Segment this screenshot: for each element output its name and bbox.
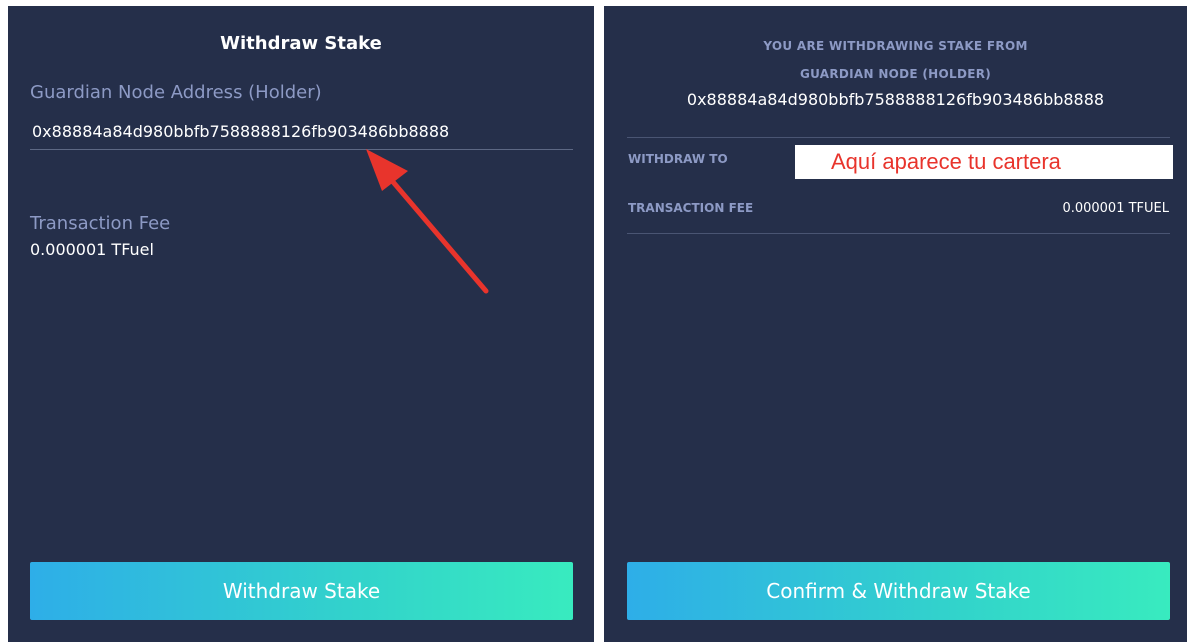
transaction-fee-value: 0.000001 TFuel	[30, 240, 154, 259]
guardian-node-address: 0x88884a84d980bbfb7588888126fb903486bb88…	[686, 90, 1105, 109]
screenshot-composite: Withdraw Stake Guardian Node Address (Ho…	[0, 0, 1187, 642]
wallet-address-annotation: Aquí aparece tu cartera	[795, 145, 1173, 179]
confirm-withdraw-stake-button[interactable]: Confirm & Withdraw Stake	[627, 562, 1170, 620]
withdraw-stake-panel: Withdraw Stake Guardian Node Address (Ho…	[8, 6, 594, 642]
transaction-fee-label-right: TRANSACTION FEE	[628, 201, 754, 215]
guardian-address-label: Guardian Node Address (Holder)	[30, 82, 322, 103]
divider-bottom	[627, 233, 1170, 234]
withdraw-stake-button[interactable]: Withdraw Stake	[30, 562, 573, 620]
withdraw-to-label: WITHDRAW TO	[628, 152, 728, 166]
transaction-fee-value-right: 0.000001 TFUEL	[1062, 201, 1169, 216]
red-arrow-annotation-icon	[366, 149, 489, 294]
divider-top	[627, 137, 1170, 138]
confirm-withdraw-panel: YOU ARE WITHDRAWING STAKE FROM GUARDIAN …	[604, 6, 1187, 642]
withdraw-notice-line1: YOU ARE WITHDRAWING STAKE FROM	[763, 39, 1028, 53]
transaction-fee-label: Transaction Fee	[30, 213, 171, 234]
wallet-annotation-text: Aquí aparece tu cartera	[831, 149, 1061, 174]
page-title: Withdraw Stake	[220, 33, 382, 54]
withdraw-notice-line2: GUARDIAN NODE (HOLDER)	[799, 67, 992, 81]
